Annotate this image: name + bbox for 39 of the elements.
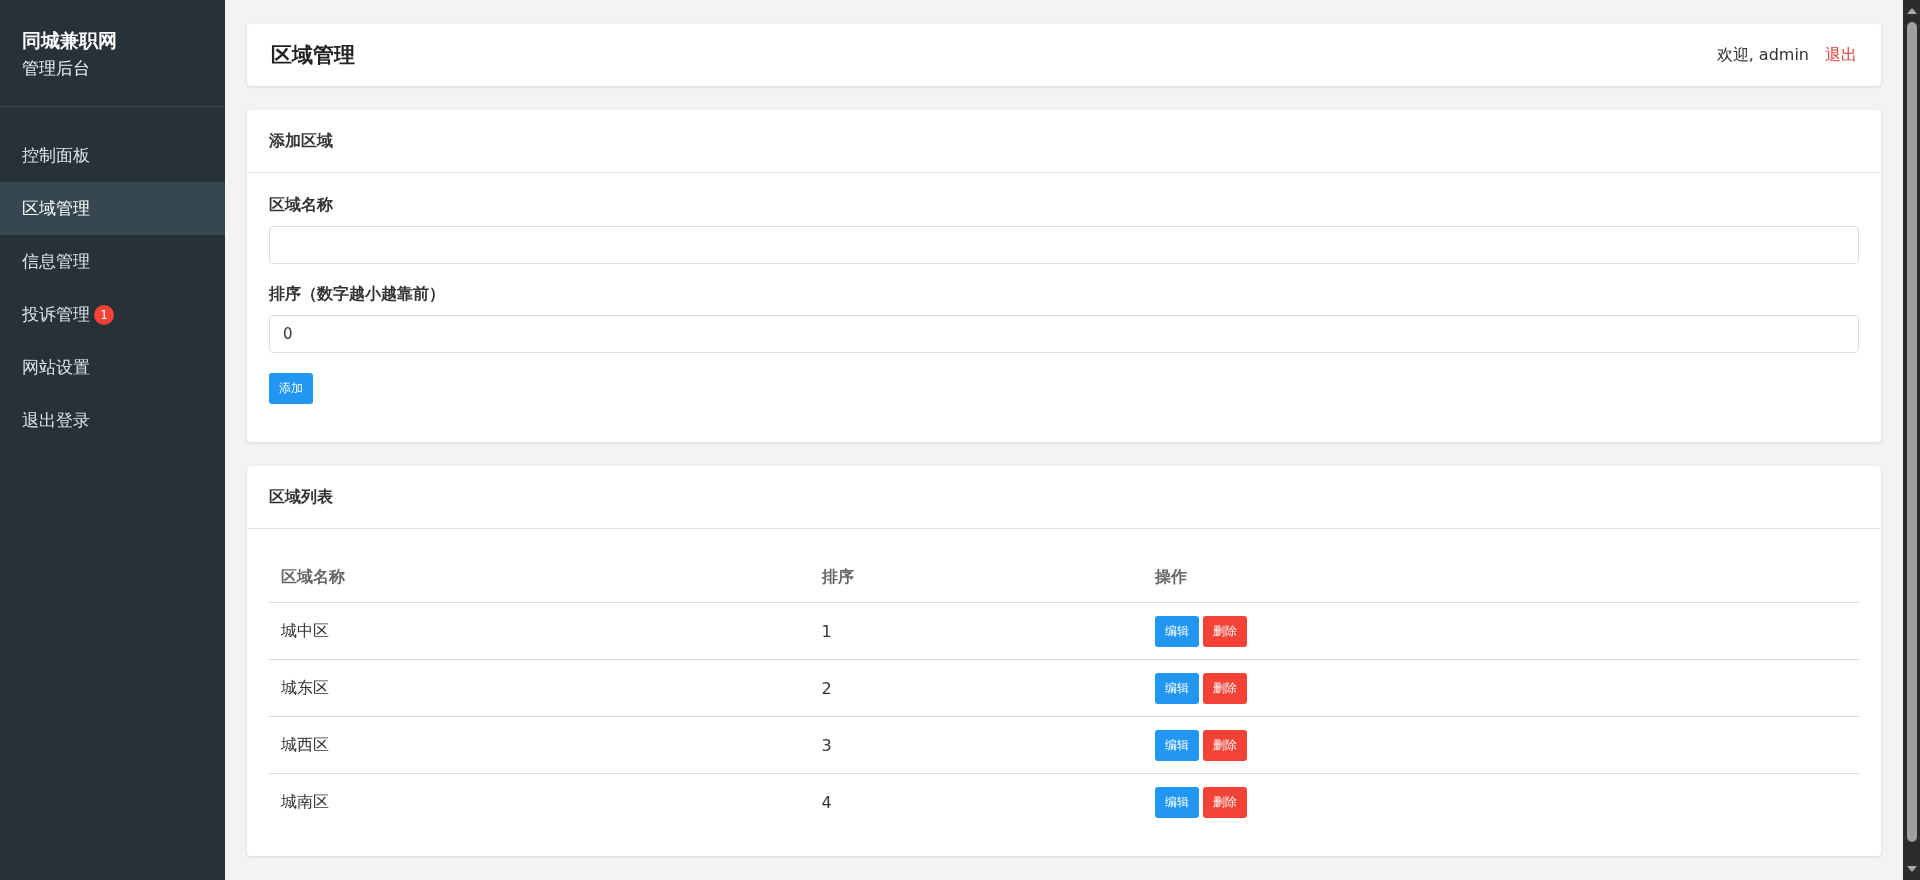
table-cell: 2 xyxy=(821,678,832,698)
card-title: 区域列表 xyxy=(247,466,1881,529)
nav-item[interactable]: 退出登录 xyxy=(0,394,225,447)
edit-button[interactable]: 编辑 xyxy=(1155,672,1200,704)
edit-button[interactable]: 编辑 xyxy=(1155,786,1200,818)
nav-item[interactable]: 投诉管理 1 xyxy=(0,288,225,341)
page-title: 区域管理 xyxy=(271,42,355,69)
add-button[interactable]: 添加 xyxy=(269,373,313,404)
welcome-text: 欢迎, admin xyxy=(1716,44,1809,66)
delete-button[interactable]: 删除 xyxy=(1203,615,1248,647)
table-cell: 城东区 xyxy=(281,677,329,697)
table-cell: 3 xyxy=(821,735,832,755)
table-cell: 1 xyxy=(821,621,832,641)
input-field[interactable]: 0 xyxy=(269,315,1859,353)
input-field[interactable] xyxy=(269,226,1859,264)
field-label: 区域名称 xyxy=(269,195,334,216)
nav-item[interactable]: 控制面板 xyxy=(0,129,225,182)
table-cell: 城南区 xyxy=(281,791,329,811)
site-name: 同城兼职网 xyxy=(22,28,118,53)
delete-button[interactable]: 删除 xyxy=(1203,786,1248,818)
site-subtitle: 管理后台 xyxy=(22,57,91,80)
count-badge: 1 xyxy=(94,304,114,325)
table-cell: 城西区 xyxy=(281,734,329,754)
column-header: 区域名称 xyxy=(269,553,810,603)
card-title: 添加区域 xyxy=(247,110,1881,173)
table-cell: 城中区 xyxy=(281,620,329,640)
delete-button[interactable]: 删除 xyxy=(1203,672,1248,704)
edit-button[interactable]: 编辑 xyxy=(1155,729,1200,761)
column-header: 操作 xyxy=(1143,553,1859,603)
nav-item[interactable]: 网站设置 xyxy=(0,341,225,394)
delete-button[interactable]: 删除 xyxy=(1203,729,1248,761)
field-label: 排序（数字越小越靠前） xyxy=(269,284,446,305)
nav-item[interactable]: 区域管理 xyxy=(0,182,225,235)
edit-button[interactable]: 编辑 xyxy=(1155,615,1200,647)
logout-link[interactable]: 退出 xyxy=(1825,44,1857,66)
table-cell: 4 xyxy=(821,792,832,812)
nav-item[interactable]: 信息管理 xyxy=(0,235,225,288)
column-header: 排序 xyxy=(809,553,1144,603)
scrollbar[interactable] xyxy=(1903,0,1920,880)
